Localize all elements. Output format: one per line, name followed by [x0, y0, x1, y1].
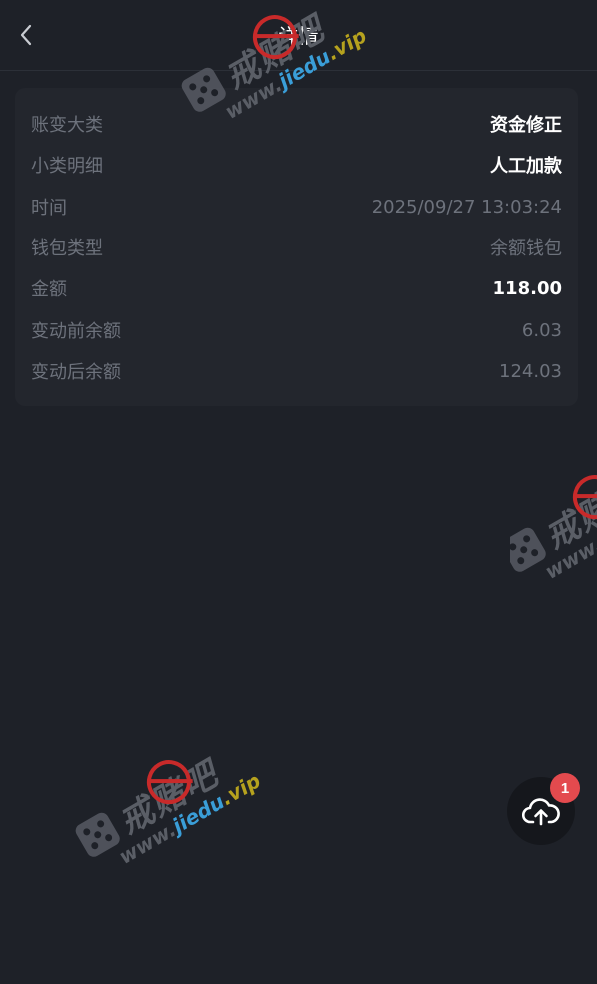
- dice-icon: [510, 527, 546, 572]
- notification-badge: 1: [550, 773, 580, 803]
- detail-label: 时间: [31, 198, 67, 219]
- page-title: 详情: [278, 24, 319, 48]
- watermark-site-suffix: .vip: [216, 768, 265, 811]
- watermark: 戒赌吧 www.jiedu.vip: [510, 470, 597, 610]
- detail-card: 账变大类 资金修正 小类明细 人工加款 时间 2025/09/27 13:03:…: [15, 88, 578, 406]
- detail-value: 资金修正: [490, 115, 562, 136]
- detail-label: 变动后余额: [31, 362, 121, 383]
- watermark-site-prefix: www.: [114, 817, 181, 869]
- detail-row-subcategory: 小类明细 人工加款: [31, 153, 562, 177]
- dice-icon: [75, 812, 120, 857]
- detail-label: 金额: [31, 279, 67, 300]
- detail-value: 124.03: [499, 360, 562, 382]
- detail-label: 账变大类: [31, 115, 103, 136]
- watermark-brand: 戒赌吧: [538, 470, 597, 558]
- detail-label: 钱包类型: [31, 238, 103, 259]
- detail-row-time: 时间 2025/09/27 13:03:24: [31, 195, 562, 220]
- watermark-brand: 戒赌吧: [112, 753, 226, 843]
- detail-row-balance-after: 变动后余额 124.03: [31, 359, 562, 384]
- detail-row-amount: 金额 118.00: [31, 276, 562, 301]
- cloud-upload-icon: [522, 798, 560, 826]
- ban-icon: [138, 752, 199, 813]
- watermark: 戒赌吧 www.jiedu.vip: [75, 752, 294, 905]
- detail-label: 小类明细: [31, 156, 103, 177]
- detail-value: 118.00: [492, 277, 562, 299]
- ban-icon: [564, 470, 597, 528]
- watermark-site: www.jiedu.vip: [115, 768, 265, 868]
- detail-row-balance-before: 变动前余额 6.03: [31, 318, 562, 343]
- watermark-site: www.jiedu.vip: [540, 483, 597, 584]
- detail-label: 变动前余额: [31, 321, 121, 342]
- watermark-site-prefix: www.: [540, 532, 597, 584]
- detail-value: 余额钱包: [490, 238, 562, 259]
- watermark-site-name: jiedu: [168, 789, 229, 838]
- detail-row-wallet-type: 钱包类型 余额钱包: [31, 235, 562, 259]
- top-bar: 详情: [0, 0, 597, 71]
- detail-row-category: 账变大类 资金修正: [31, 112, 562, 136]
- detail-value: 2025/09/27 13:03:24: [371, 196, 562, 218]
- detail-value: 6.03: [521, 319, 562, 341]
- detail-value: 人工加款: [490, 156, 562, 177]
